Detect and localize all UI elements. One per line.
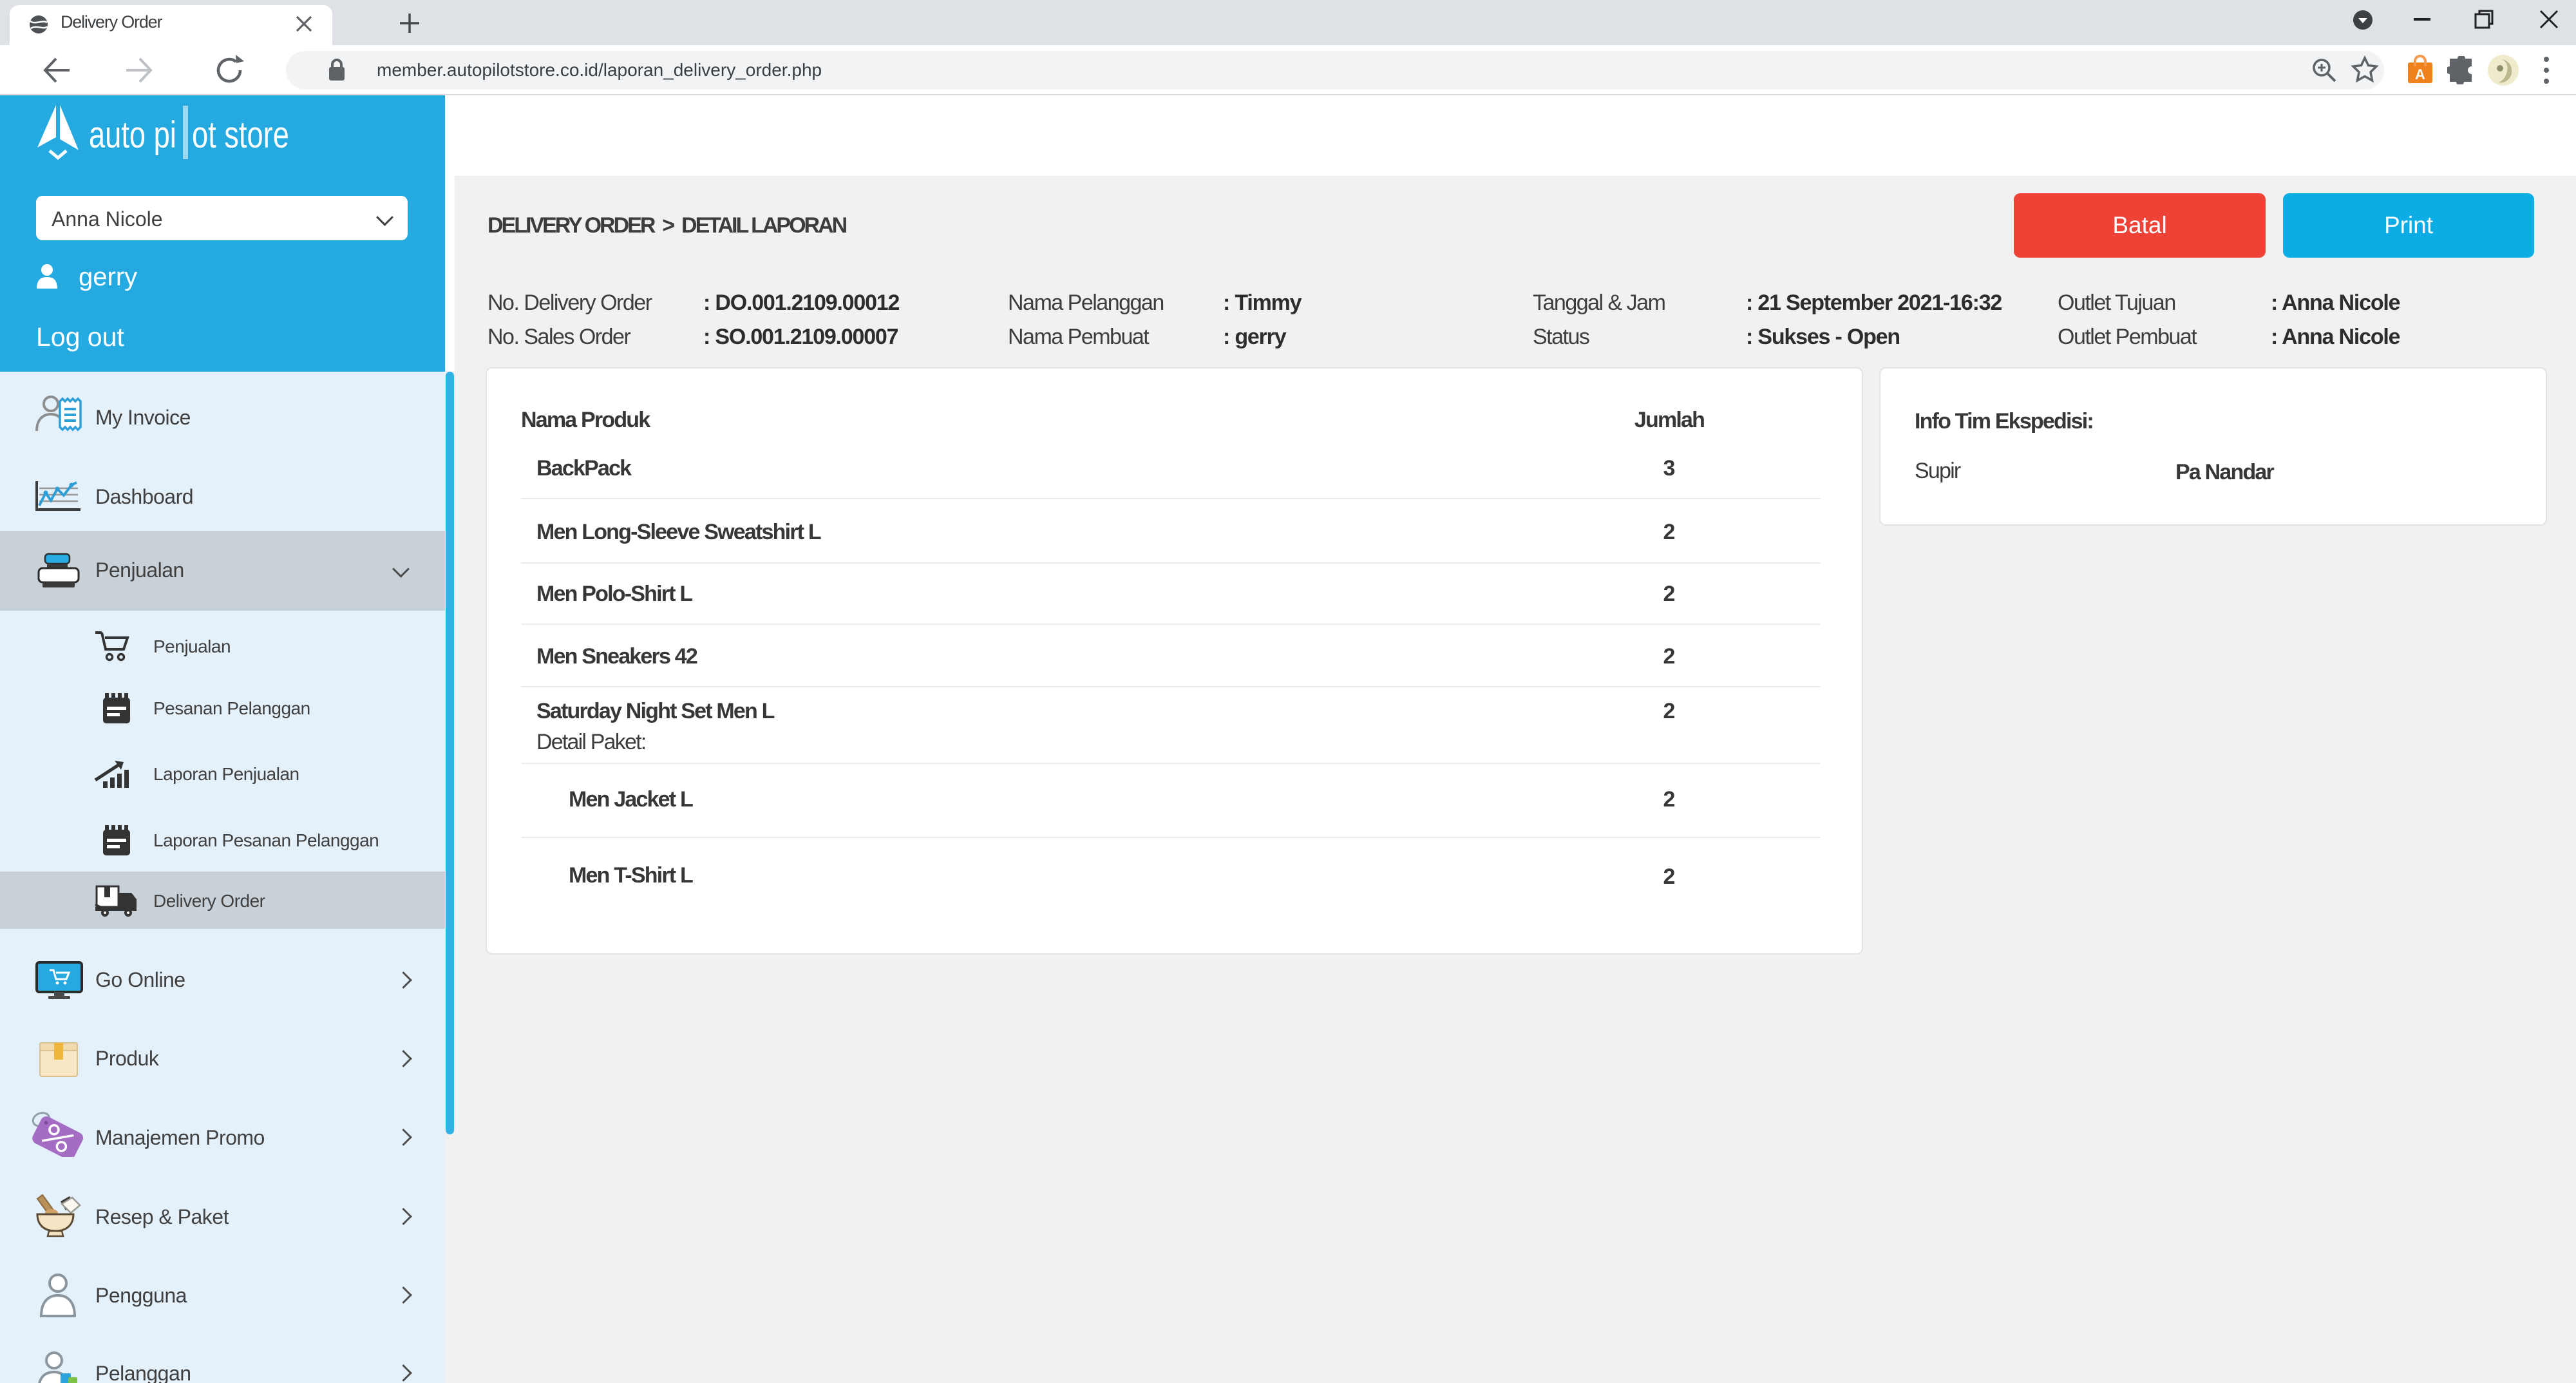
svg-text:A: A [2415,66,2425,82]
